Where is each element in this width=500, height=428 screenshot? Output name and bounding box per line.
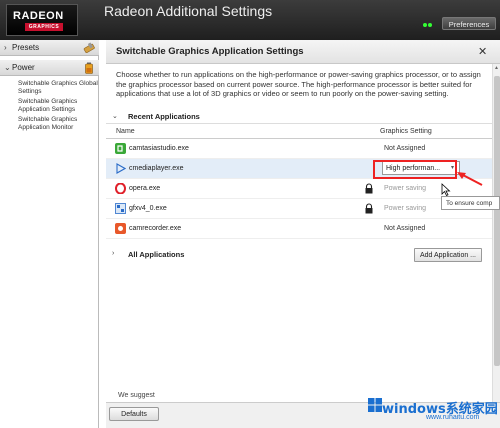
sidebar-item-power[interactable]: ⌄ Power	[0, 60, 99, 76]
chevron-down-icon: ⌄	[112, 113, 118, 120]
sidebar-item-presets[interactable]: › Presets	[0, 40, 99, 56]
sidebar-item-label: Power	[12, 63, 35, 72]
add-application-button[interactable]: Add Application ...	[414, 248, 482, 262]
mouse-cursor-icon	[441, 183, 451, 196]
main-panel: Switchable Graphics Application Settings…	[106, 40, 500, 428]
scrollbar-thumb[interactable]	[494, 76, 500, 366]
table-row[interactable]: gfxv4_0.exe Power saving	[106, 199, 492, 219]
windows-logo-icon	[368, 398, 382, 412]
lock-icon	[365, 203, 373, 214]
recent-applications-header[interactable]: ⌄ Recent Applications	[106, 108, 492, 124]
title-bar: RADEON GRAPHICS Radeon Additional Settin…	[0, 0, 500, 40]
suggestion-text: We suggest	[118, 392, 155, 399]
app-name: cmediaplayer.exe	[129, 165, 184, 172]
red-arrow-icon	[457, 172, 483, 186]
logo-text: RADEON	[13, 10, 64, 22]
section-label: All Applications	[128, 250, 185, 259]
column-header: Name Graphics Setting	[106, 126, 492, 139]
panel-header: Switchable Graphics Application Settings…	[106, 40, 500, 64]
camtasia-icon	[115, 143, 126, 154]
scroll-up-icon[interactable]: ▲	[494, 65, 499, 71]
opera-icon	[115, 183, 126, 194]
column-name: Name	[116, 128, 135, 135]
app-name: opera.exe	[129, 185, 161, 192]
scrollbar[interactable]: ▲	[492, 64, 500, 408]
page-title: Switchable Graphics Application Settings	[116, 46, 304, 57]
app-title: Radeon Additional Settings	[104, 3, 273, 19]
app-name: camtasiastudio.exe	[129, 145, 189, 152]
sidebar: › Presets ⌄ Power Switchable Graphics Gl…	[0, 40, 99, 428]
graphics-setting-value: Power saving	[384, 185, 427, 192]
sidebar-item-global-settings[interactable]: Switchable Graphics Global Settings	[18, 80, 98, 95]
logo-subtext: GRAPHICS	[25, 23, 63, 31]
preferences-button[interactable]: Preferences	[442, 17, 496, 30]
graphics-setting-value[interactable]: Not Assigned	[384, 145, 425, 152]
battery-icon	[85, 62, 93, 74]
highlight-box	[373, 160, 457, 179]
gfx-icon	[115, 203, 126, 214]
graphics-setting-value: Power saving	[384, 205, 427, 212]
status-icon	[423, 20, 433, 29]
chevron-right-icon: ›	[4, 43, 7, 52]
presets-icon	[83, 42, 95, 54]
tooltip: To ensure comp	[441, 196, 500, 210]
lock-icon	[365, 183, 373, 194]
radeon-logo: RADEON GRAPHICS	[6, 4, 78, 36]
description-text: Choose whether to run applications on th…	[116, 70, 481, 98]
section-label: Recent Applications	[128, 112, 200, 121]
chevron-down-icon: ⌄	[4, 63, 11, 72]
app-name: camrecorder.exe	[129, 225, 182, 232]
defaults-button[interactable]: Defaults	[109, 407, 159, 421]
table-row[interactable]: camrecorder.exe Not Assigned	[106, 219, 492, 239]
sidebar-item-application-settings[interactable]: Switchable Graphics Application Settings	[18, 98, 98, 113]
chevron-right-icon: ›	[112, 250, 115, 257]
app-name: gfxv4_0.exe	[129, 205, 167, 212]
watermark-url: www.ruhaitu.com	[426, 414, 480, 421]
graphics-setting-value[interactable]: Not Assigned	[384, 225, 425, 232]
recorder-icon	[115, 223, 126, 234]
column-graphics-setting: Graphics Setting	[380, 128, 432, 135]
table-row[interactable]: opera.exe Power saving	[106, 179, 492, 199]
sidebar-item-label: Presets	[12, 43, 40, 52]
play-icon	[116, 163, 126, 174]
table-row[interactable]: camtasiastudio.exe Not Assigned	[106, 139, 492, 159]
sidebar-item-application-monitor[interactable]: Switchable Graphics Application Monitor	[18, 116, 98, 131]
close-icon[interactable]: ✕	[478, 45, 487, 58]
